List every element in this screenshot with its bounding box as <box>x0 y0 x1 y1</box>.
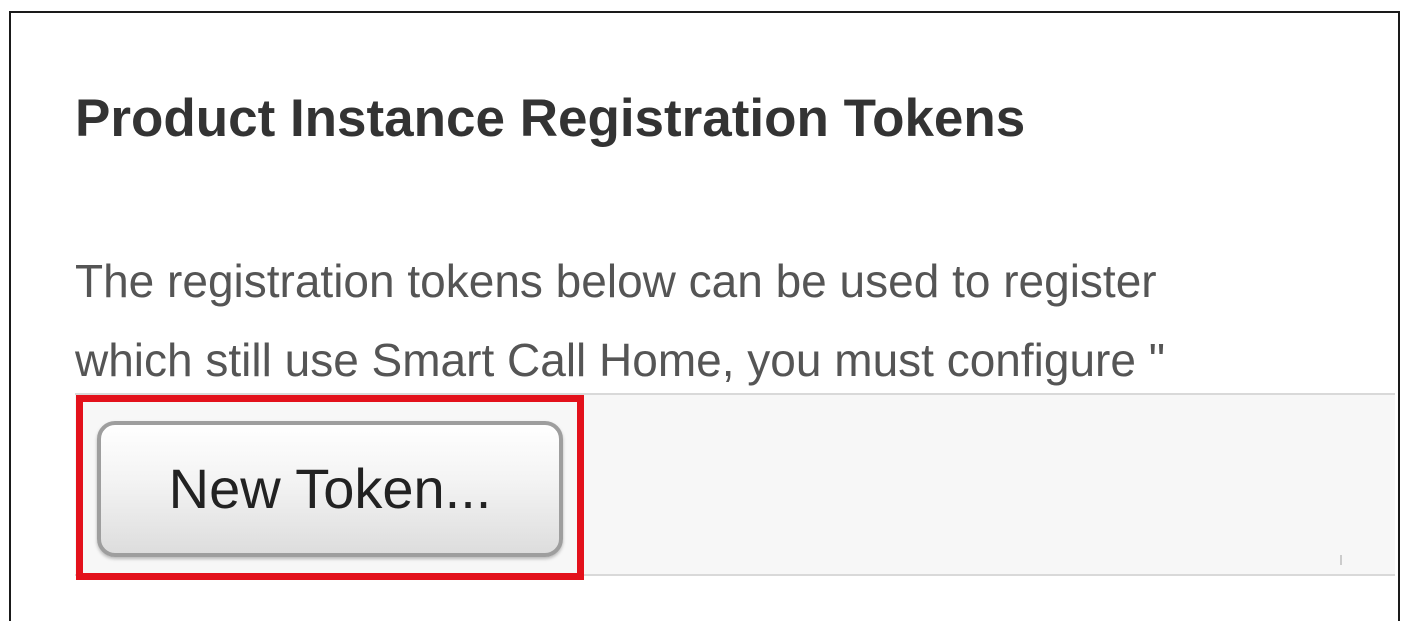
description-line-2: which still use Smart Call Home, you mus… <box>75 334 1166 386</box>
description-line-1: The registration tokens below can be use… <box>75 255 1157 307</box>
page-title: Product Instance Registration Tokens <box>75 89 1026 148</box>
page-description: The registration tokens below can be use… <box>75 242 1165 400</box>
toolbar-divider <box>1340 555 1342 565</box>
highlight-annotation-box <box>76 395 584 580</box>
